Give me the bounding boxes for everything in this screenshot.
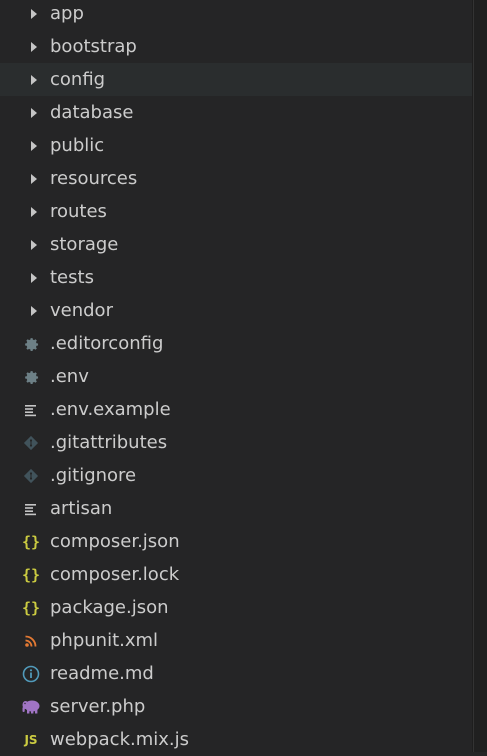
tree-item-storage[interactable]: storage <box>0 228 472 261</box>
tree-item-bootstrap[interactable]: bootstrap <box>0 30 472 63</box>
tree-item-label: webpack.mix.js <box>50 729 190 750</box>
json-braces-icon: {} <box>21 565 41 584</box>
tree-item-composer-json[interactable]: {} composer.json <box>0 525 472 558</box>
tree-item-artisan[interactable]: artisan <box>0 492 472 525</box>
gear-icon <box>20 360 42 393</box>
tree-item-env[interactable]: .env <box>0 360 472 393</box>
tree-item-resources[interactable]: resources <box>0 162 472 195</box>
tree-item-label: phpunit.xml <box>50 630 159 651</box>
tree-item-editorconfig[interactable]: .editorconfig <box>0 327 472 360</box>
chevron-right-icon[interactable] <box>20 162 42 195</box>
tree-item-tests[interactable]: tests <box>0 261 472 294</box>
tree-item-label: server.php <box>50 696 146 717</box>
tree-item-composer-lock[interactable]: {} composer.lock <box>0 558 472 591</box>
git-icon <box>20 459 42 492</box>
tree-item-label: resources <box>50 168 138 189</box>
scrollbar-track[interactable] <box>473 0 487 752</box>
chevron-right-icon[interactable] <box>20 195 42 228</box>
tree-item-label: tests <box>50 267 94 288</box>
rss-icon <box>20 624 42 657</box>
tree-item-label: routes <box>50 201 107 222</box>
chevron-right-icon[interactable] <box>20 0 42 30</box>
json-braces-icon: {} <box>21 598 41 617</box>
tree-item-label: storage <box>50 234 119 255</box>
js-icon: JS <box>24 732 38 747</box>
tree-item-webpack-mix-js[interactable]: JS webpack.mix.js <box>0 723 472 756</box>
file-tree: app bootstrap config database public res… <box>0 0 472 756</box>
tree-item-label: readme.md <box>50 663 154 684</box>
tree-item-label: database <box>50 102 134 123</box>
tree-item-database[interactable]: database <box>0 96 472 129</box>
tree-item-package-json[interactable]: {} package.json <box>0 591 472 624</box>
elephant-icon <box>20 690 42 723</box>
file-explorer: app bootstrap config database public res… <box>0 0 472 752</box>
tree-item-label: public <box>50 135 105 156</box>
chevron-right-icon[interactable] <box>20 96 42 129</box>
chevron-right-icon[interactable] <box>20 63 42 96</box>
tree-item-routes[interactable]: routes <box>0 195 472 228</box>
tree-item-readme-md[interactable]: readme.md <box>0 657 472 690</box>
tree-item-label: .gitattributes <box>50 432 168 453</box>
tree-item-env-example[interactable]: .env.example <box>0 393 472 426</box>
tree-item-vendor[interactable]: vendor <box>0 294 472 327</box>
chevron-right-icon[interactable] <box>20 30 42 63</box>
tree-item-gitattributes[interactable]: .gitattributes <box>0 426 472 459</box>
tree-item-label: composer.json <box>50 531 180 552</box>
tree-item-label: .env.example <box>50 399 171 420</box>
text-lines-icon <box>20 393 42 426</box>
tree-item-label: bootstrap <box>50 36 137 57</box>
tree-item-label: config <box>50 69 106 90</box>
json-braces-icon: {} <box>21 532 41 551</box>
tree-item-gitignore[interactable]: .gitignore <box>0 459 472 492</box>
tree-item-label: .gitignore <box>50 465 137 486</box>
tree-item-label: artisan <box>50 498 113 519</box>
tree-item-server-php[interactable]: server.php <box>0 690 472 723</box>
tree-item-label: .env <box>50 366 89 387</box>
tree-item-public[interactable]: public <box>0 129 472 162</box>
gear-icon <box>20 327 42 360</box>
chevron-right-icon[interactable] <box>20 294 42 327</box>
tree-item-label: composer.lock <box>50 564 180 585</box>
chevron-right-icon[interactable] <box>20 129 42 162</box>
tree-item-app[interactable]: app <box>0 0 472 30</box>
text-lines-icon <box>20 492 42 525</box>
chevron-right-icon[interactable] <box>20 261 42 294</box>
info-icon <box>20 657 42 690</box>
tree-item-label: .editorconfig <box>50 333 164 354</box>
tree-item-label: vendor <box>50 300 113 321</box>
tree-item-label: package.json <box>50 597 169 618</box>
tree-item-phpunit-xml[interactable]: phpunit.xml <box>0 624 472 657</box>
git-icon <box>20 426 42 459</box>
tree-item-config[interactable]: config <box>0 63 472 96</box>
tree-item-label: app <box>50 3 84 24</box>
vertical-scrollbar[interactable] <box>472 0 487 752</box>
chevron-right-icon[interactable] <box>20 228 42 261</box>
